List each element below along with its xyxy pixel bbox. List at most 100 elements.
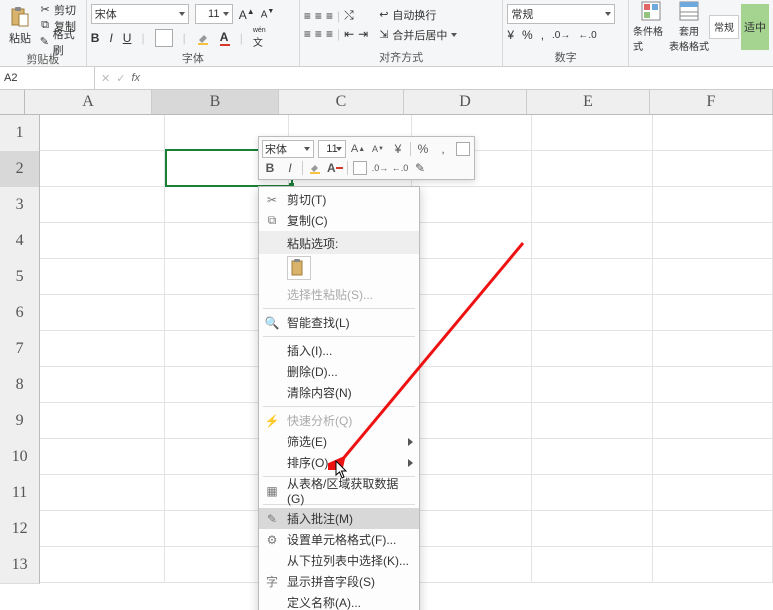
wrap-text-button[interactable]: ↩ 自动换行 xyxy=(379,7,457,23)
menu-item[interactable]: 筛选(E) xyxy=(259,431,419,452)
cell[interactable] xyxy=(40,439,164,475)
row-header[interactable]: 10 xyxy=(0,439,40,476)
row-header[interactable]: 1 xyxy=(0,115,40,152)
mini-font-size[interactable]: 11 xyxy=(318,140,346,158)
cell[interactable] xyxy=(653,187,773,223)
mini-italic-icon[interactable]: I xyxy=(282,160,298,176)
cell[interactable] xyxy=(653,547,773,583)
column-header[interactable]: B xyxy=(152,90,279,114)
bold-button[interactable]: B xyxy=(91,31,100,45)
cell[interactable] xyxy=(653,223,773,259)
cell[interactable] xyxy=(532,439,653,475)
cell[interactable] xyxy=(40,115,164,151)
cell[interactable] xyxy=(40,403,164,439)
mini-font-name[interactable]: 宋体 xyxy=(262,140,314,158)
menu-item[interactable]: 清除内容(N) xyxy=(259,382,419,403)
cancel-icon[interactable]: ✕ xyxy=(101,72,110,85)
number-format-combo[interactable]: 常规 xyxy=(507,4,615,24)
menu-item[interactable]: 从下拉列表中选择(K)... xyxy=(259,550,419,571)
orientation-icon[interactable]: ⤭ xyxy=(344,8,354,23)
cell[interactable] xyxy=(412,223,533,259)
cell[interactable] xyxy=(412,439,533,475)
menu-item[interactable]: 插入(I)... xyxy=(259,340,419,361)
cell[interactable] xyxy=(412,475,533,511)
align-right-icon[interactable]: ≡ xyxy=(326,27,333,41)
row-header[interactable]: 6 xyxy=(0,295,40,332)
menu-item[interactable]: 定义名称(A)... xyxy=(259,592,419,610)
cell[interactable] xyxy=(40,367,164,403)
cell[interactable] xyxy=(653,115,773,151)
underline-button[interactable]: U xyxy=(123,31,132,45)
increase-decimal-icon[interactable]: .0→ xyxy=(552,30,570,41)
row-header[interactable]: 11 xyxy=(0,475,40,512)
cell[interactable] xyxy=(532,115,653,151)
row-header[interactable]: 12 xyxy=(0,511,40,548)
menu-item[interactable]: 🔍智能查找(L) xyxy=(259,312,419,333)
cell-style-fit[interactable]: 适中 xyxy=(741,4,769,50)
cell[interactable] xyxy=(40,331,164,367)
currency-icon[interactable]: ¥ xyxy=(507,28,514,42)
row-header[interactable]: 5 xyxy=(0,259,40,296)
cell[interactable] xyxy=(532,367,653,403)
column-header[interactable]: D xyxy=(404,90,527,114)
cell[interactable] xyxy=(532,547,653,583)
mini-currency-icon[interactable]: ¥ xyxy=(390,141,406,157)
menu-item[interactable]: ⚙设置单元格格式(F)... xyxy=(259,529,419,550)
mini-decimal-inc-icon[interactable]: .0→ xyxy=(372,160,388,176)
menu-item[interactable]: ✂剪切(T) xyxy=(259,189,419,210)
mini-percent-icon[interactable]: % xyxy=(415,141,431,157)
cell[interactable] xyxy=(412,259,533,295)
decrease-font-icon[interactable]: A▼ xyxy=(261,8,275,20)
cell[interactable] xyxy=(532,403,653,439)
border-button[interactable] xyxy=(155,29,173,47)
align-middle-icon[interactable]: ≡ xyxy=(315,9,322,23)
cell[interactable] xyxy=(40,475,164,511)
cell[interactable] xyxy=(412,295,533,331)
conditional-format-button[interactable]: 条件格式 xyxy=(633,4,669,50)
confirm-icon[interactable]: ✓ xyxy=(116,72,125,85)
row-header[interactable]: 3 xyxy=(0,187,40,224)
row-header[interactable]: 7 xyxy=(0,331,40,368)
cell[interactable] xyxy=(532,223,653,259)
menu-item[interactable]: 字显示拼音字段(S) xyxy=(259,571,419,592)
cell[interactable] xyxy=(412,547,533,583)
align-top-icon[interactable]: ≡ xyxy=(304,9,311,23)
row-header[interactable]: 13 xyxy=(0,547,40,584)
column-header[interactable]: C xyxy=(279,90,404,114)
row-header[interactable]: 2 xyxy=(0,151,40,188)
align-bottom-icon[interactable]: ≡ xyxy=(326,9,333,23)
format-painter-button[interactable]: ✎ 格式刷 xyxy=(39,34,82,49)
cell[interactable] xyxy=(40,259,164,295)
column-header[interactable]: E xyxy=(527,90,650,114)
menu-item[interactable]: 排序(O) xyxy=(259,452,419,473)
cell[interactable] xyxy=(532,187,653,223)
row-header[interactable]: 8 xyxy=(0,367,40,404)
align-center-icon[interactable]: ≡ xyxy=(315,27,322,41)
font-size-combo[interactable]: 11 xyxy=(195,4,233,24)
row-header[interactable]: 9 xyxy=(0,403,40,440)
comma-icon[interactable]: , xyxy=(541,28,544,42)
cell[interactable] xyxy=(532,511,653,547)
menu-item[interactable]: 删除(D)... xyxy=(259,361,419,382)
cell[interactable] xyxy=(412,367,533,403)
cell[interactable] xyxy=(653,439,773,475)
cell[interactable] xyxy=(412,511,533,547)
paste-button[interactable]: 粘贴 xyxy=(4,3,36,49)
cell[interactable] xyxy=(653,295,773,331)
font-name-combo[interactable]: 宋体 xyxy=(91,4,189,24)
select-all-corner[interactable] xyxy=(0,90,25,114)
mini-format-painter-icon[interactable]: ✎ xyxy=(412,160,428,176)
cut-button[interactable]: ✂ 剪切 xyxy=(39,2,82,17)
mini-font-color-icon[interactable]: A xyxy=(327,160,343,176)
cell[interactable] xyxy=(40,223,164,259)
cell[interactable] xyxy=(653,511,773,547)
increase-font-icon[interactable]: A▲ xyxy=(239,7,255,22)
mini-fill-color-icon[interactable] xyxy=(307,160,323,176)
cell[interactable] xyxy=(532,331,653,367)
italic-button[interactable]: I xyxy=(109,31,112,45)
mini-decrease-font-icon[interactable]: A▼ xyxy=(370,141,386,157)
align-left-icon[interactable]: ≡ xyxy=(304,27,311,41)
column-header[interactable]: F xyxy=(650,90,773,114)
cell[interactable] xyxy=(40,187,164,223)
decrease-indent-icon[interactable]: ⇤ xyxy=(344,27,354,41)
